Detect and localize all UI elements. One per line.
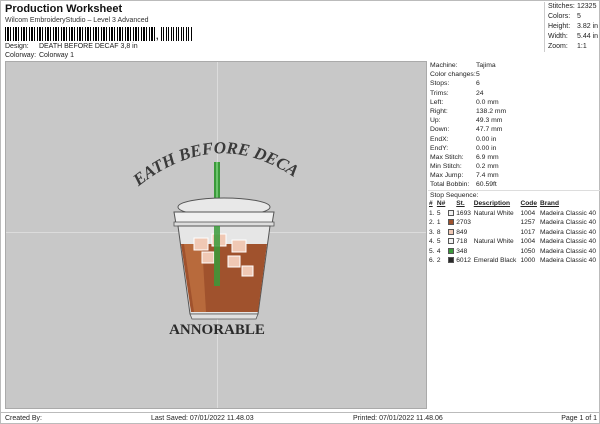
machine-row: Trims: 24 xyxy=(430,89,484,97)
machine-row: Up: 49.3 mm xyxy=(430,117,503,125)
machine-row: Max Stitch: 6.9 mm xyxy=(430,153,499,161)
machine-row: Stops: 6 xyxy=(430,80,480,88)
color-swatch xyxy=(447,247,454,254)
ice-cube xyxy=(201,251,215,264)
stat-width: Width: 5.44 in xyxy=(548,33,599,40)
machine-row: EndX: 0.00 in xyxy=(430,135,497,143)
ice-cube xyxy=(231,239,247,253)
stat-colors: Colors: 5 xyxy=(548,13,581,20)
machine-row: Left: 0.0 mm xyxy=(430,98,499,106)
machine-row: Color changes: 5 xyxy=(430,71,480,79)
machine-panel: Machine: Tajima Color changes: 5 Stops: 6 Trim… xyxy=(428,61,600,266)
barcode xyxy=(5,27,155,41)
page-number: Page 1 of 1 xyxy=(561,415,597,422)
barcode-separator: , xyxy=(156,31,159,41)
software-label: Wilcom EmbroideryStudio – Level 3 Advanc… xyxy=(5,17,149,24)
table-row: 6. 2 6012 Emerald Black 1000 Madeira Classic … xyxy=(429,257,597,265)
ice-cube xyxy=(193,237,209,251)
stat-zoom: Zoom: 1:1 xyxy=(548,43,587,50)
color-swatch xyxy=(447,228,454,235)
table-row: 3. 8 849 1017 Madeira Classic 40 xyxy=(429,228,597,236)
stop-sequence-table: # N# St. Description Code Brand 1. 5 1693 N… xyxy=(428,199,600,266)
table-header: # N# St. Description Code Brand xyxy=(429,200,559,208)
design-arc-text: DEATH BEFORE DECAF xyxy=(6,62,302,190)
color-swatch xyxy=(447,209,454,216)
design-bottom-text: ANNORABLE xyxy=(169,322,265,338)
colorway-value: Colorway 1 xyxy=(38,52,74,59)
color-swatch xyxy=(447,219,454,226)
barcode-small xyxy=(161,27,193,41)
created-by: Created By: xyxy=(5,415,42,422)
design-info: Design: DEATH BEFORE DECAF 3,8 in xyxy=(5,43,138,50)
stat-stitches: Stitches: 12325 xyxy=(548,3,597,10)
table-row: 4. 5 718 Natural White 1004 Madeira Classic 4… xyxy=(429,238,597,246)
table-row: 1. 5 1693 Natural White 1004 Madeira Classic … xyxy=(429,209,597,217)
machine-row: Machine: Tajima xyxy=(430,62,496,69)
production-worksheet: Production Worksheet Wilcom EmbroiderySt… xyxy=(0,0,600,424)
printed-date: Printed: 07/01/2022 11.48.06 xyxy=(353,415,443,422)
machine-row: Min Stitch: 0.2 mm xyxy=(430,163,499,171)
colorway-info: Colorway: Colorway 1 xyxy=(5,52,74,59)
table-row: 5. 4 348 1050 Madeira Classic 40 xyxy=(429,247,597,255)
design-label: Design: xyxy=(5,43,29,50)
color-swatch xyxy=(447,257,454,264)
embroidery-design: DEATH BEFORE DECAF ANNORABLE xyxy=(6,62,302,338)
footer: Created By: Last Saved: 07/01/2022 11.48… xyxy=(1,412,600,424)
table-row: 2. 1 2703 1257 Madeira Classic 40 xyxy=(429,219,597,227)
machine-row: Total Bobbin: 60.59ft xyxy=(430,181,497,189)
stop-sequence-title: Stop Sequence: xyxy=(428,189,600,200)
machine-row: EndY: 0.00 in xyxy=(430,144,497,152)
last-saved: Last Saved: 07/01/2022 11.48.03 xyxy=(151,415,254,422)
stats-box: Stitches: 12325 Colors: 5 Height: 3.82 in W… xyxy=(544,2,600,52)
ice-cube xyxy=(227,255,241,268)
design-preview[interactable]: DEATH BEFORE DECAF ANNORABLE xyxy=(5,61,427,409)
design-value: DEATH BEFORE DECAF 3,8 in xyxy=(38,43,138,50)
machine-row: Down: 47.7 mm xyxy=(430,126,503,134)
machine-row: Max Jump: 7.4 mm xyxy=(430,172,499,180)
colorway-label: Colorway: xyxy=(5,52,37,59)
stat-height: Height: 3.82 in xyxy=(548,23,599,30)
page-title: Production Worksheet xyxy=(5,3,123,15)
color-swatch xyxy=(447,238,454,245)
machine-row: Right: 138.2 mm xyxy=(430,107,507,115)
ice-cube xyxy=(241,265,254,277)
